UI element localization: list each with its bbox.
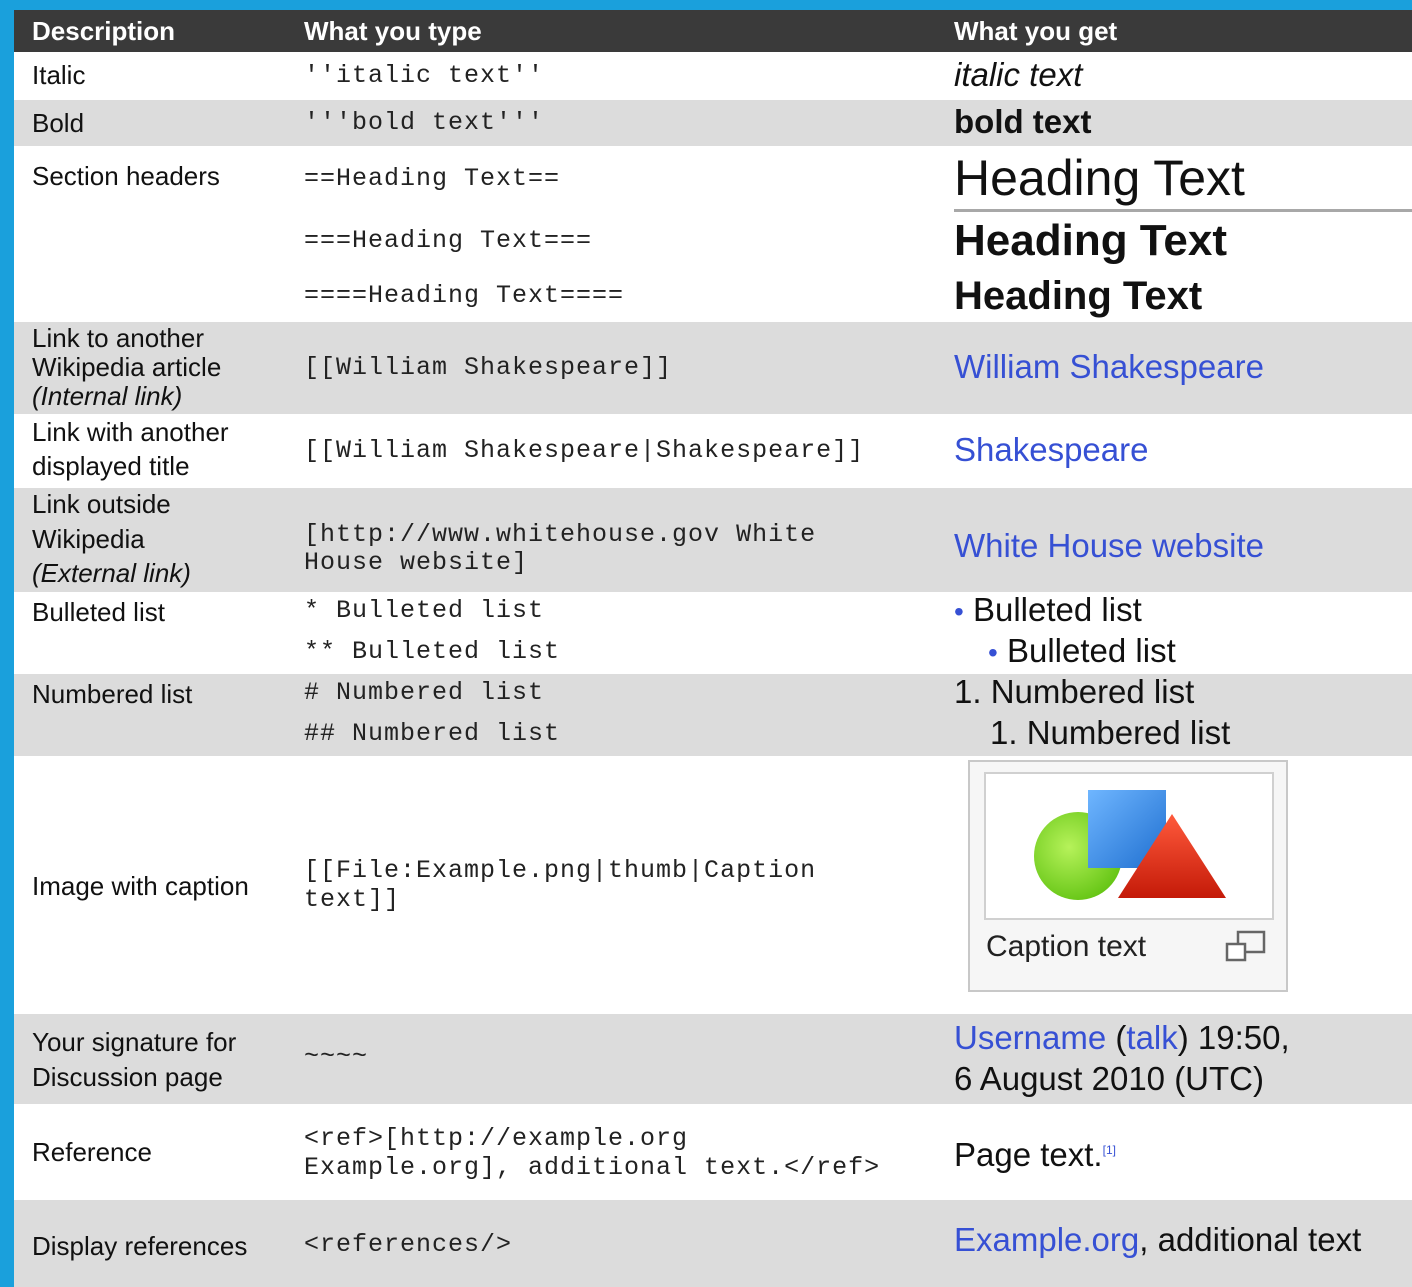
code-external-1: [http://www.whitehouse.gov White [304, 520, 817, 549]
signature-time: ) 19:50, [1177, 1019, 1290, 1056]
table-row-internal-link: Link to another Wikipedia article (Inter… [14, 322, 1412, 414]
desc-piped-1: Link with another [32, 417, 229, 447]
code-image-2: text]] [304, 885, 401, 914]
code-numbered-1: # Numbered list [304, 678, 545, 707]
desc-signature-2: Discussion page [32, 1062, 223, 1092]
header-description: Description [32, 16, 176, 46]
table-row-reference: Reference <ref>[http://example.org Examp… [14, 1104, 1412, 1200]
list-item: • Bulleted list [988, 631, 1176, 673]
signature-date: 6 August 2010 (UTC) [954, 1060, 1264, 1097]
out-heading-4: Heading Text [954, 274, 1203, 318]
image-thumbnail: Caption text [968, 760, 1288, 992]
out-italic: italic text [954, 56, 1083, 93]
footnote-marker[interactable]: [1] [1103, 1143, 1116, 1157]
reference-page-text: Page text. [954, 1136, 1103, 1173]
table-row-bold: Bold '''bold text''' bold text [14, 100, 1412, 146]
out-bold: bold text [954, 103, 1092, 140]
code-numbered-2: ## Numbered list [304, 719, 561, 748]
table-row-italic: Italic ''italic text'' italic text [14, 52, 1412, 100]
code-piped-link: [[William Shakespeare|Shakespeare]] [304, 436, 865, 465]
code-heading-4: ====Heading Text==== [304, 281, 625, 310]
out-display-references: Example.org, additional text [954, 1220, 1361, 1260]
desc-signature-1: Your signature for [32, 1027, 237, 1057]
desc-display-references: Display references [32, 1231, 248, 1261]
desc-external-3: (External link) [32, 558, 191, 588]
header-what-you-get: What you get [954, 16, 1118, 46]
example-image[interactable] [984, 772, 1274, 920]
image-caption: Caption text [986, 930, 1147, 963]
desc-bulleted: Bulleted list [32, 597, 165, 627]
example-org-link[interactable]: Example.org [954, 1221, 1139, 1258]
additional-text: , additional text [1139, 1221, 1362, 1258]
out-numbered-1: 1. Numbered list [954, 673, 1195, 710]
heading-underline [954, 209, 1412, 212]
example-shapes-icon [1034, 790, 1226, 900]
table-row-image-caption: Image with caption [[File:Example.png|th… [14, 756, 1412, 1014]
code-image-1: [[File:Example.png|thumb|Caption [304, 856, 817, 885]
code-italic: ''italic text'' [304, 61, 545, 90]
table-row-bulleted-list: Bulleted list * Bulleted list ** Bullete… [14, 590, 1412, 674]
table-row-signature: Your signature for Discussion page ~~~~ … [14, 1014, 1412, 1104]
desc-internal-3: (Internal link) [32, 381, 183, 411]
desc-external-2: Wikipedia [32, 524, 145, 554]
desc-numbered: Numbered list [32, 679, 193, 709]
out-external-link[interactable]: White House website [954, 526, 1264, 566]
code-reference-2: Example.org], additional text.</ref> [304, 1153, 881, 1182]
out-signature-line1: Username (talk) 19:50, [954, 1018, 1290, 1058]
table-row-numbered-list: Numbered list # Numbered list ## Numbere… [14, 673, 1412, 756]
desc-internal-1: Link to another [32, 323, 205, 353]
code-heading-3: ===Heading Text=== [304, 226, 593, 255]
table-row-piped-link: Link with another displayed title [[Will… [14, 414, 1412, 488]
paren-open: ( [1115, 1019, 1127, 1056]
out-internal-link[interactable]: William Shakespeare [954, 347, 1264, 387]
enlarge-icon[interactable] [1224, 930, 1268, 969]
out-reference: Page text.[1] [954, 1130, 1116, 1175]
table-row-external-link: Link outside Wikipedia (External link) [… [14, 488, 1412, 592]
table-row-section-headers: Section headers ==Heading Text== ===Head… [14, 146, 1412, 322]
talk-link[interactable]: talk [1126, 1019, 1177, 1056]
out-bullet-2: Bulleted list [1006, 632, 1176, 669]
out-bullet-1: Bulleted list [972, 591, 1142, 628]
desc-section-headers: Section headers [32, 161, 220, 191]
code-display-references: <references/> [304, 1230, 513, 1259]
code-signature: ~~~~ [304, 1042, 369, 1071]
header-what-you-type: What you type [304, 16, 482, 46]
list-item: • Bulleted list [954, 590, 1142, 632]
desc-external-1: Link outside [32, 489, 171, 519]
bullet-icon: • [954, 596, 964, 627]
code-reference-1: <ref>[http://example.org [304, 1124, 689, 1153]
code-bold: '''bold text''' [304, 108, 545, 137]
desc-piped-2: displayed title [32, 451, 190, 481]
code-bullet-2: ** Bulleted list [304, 637, 561, 666]
desc-bold: Bold [32, 108, 85, 138]
username-link[interactable]: Username [954, 1019, 1106, 1056]
desc-reference: Reference [32, 1137, 152, 1167]
out-heading-2: Heading Text [954, 150, 1245, 206]
table-row-display-references: Display references <references/> Example… [14, 1200, 1412, 1287]
code-internal-link: [[William Shakespeare]] [304, 353, 673, 382]
code-external-2: House website] [304, 548, 529, 577]
out-heading-3: Heading Text [954, 216, 1228, 265]
out-piped-link[interactable]: Shakespeare [954, 430, 1148, 470]
code-heading-2: ==Heading Text== [304, 164, 561, 193]
desc-italic: Italic [32, 60, 86, 90]
out-numbered-2: 1. Numbered list [990, 714, 1231, 751]
desc-image: Image with caption [32, 871, 249, 901]
table-header: Description What you type What you get [14, 10, 1412, 52]
desc-internal-2: Wikipedia article [32, 352, 222, 382]
bullet-icon: • [988, 637, 998, 668]
wiki-markup-cheatsheet: Description What you type What you get I… [14, 10, 1412, 1287]
code-bullet-1: * Bulleted list [304, 596, 545, 625]
